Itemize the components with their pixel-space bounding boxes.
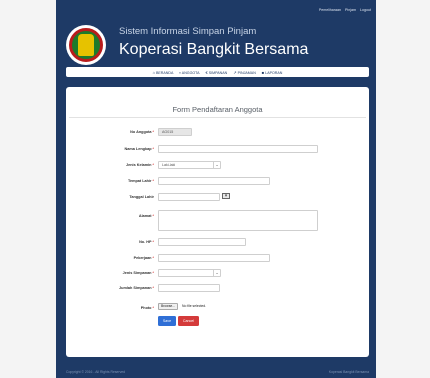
jenis-simpanan-select[interactable]: ⌄ bbox=[158, 269, 221, 277]
nav-item-anggota[interactable]: ▪ANGGOTA bbox=[179, 70, 199, 75]
tanggal-lahir-field[interactable] bbox=[158, 193, 220, 201]
label-tempat-lahir: Tempat Lahir* bbox=[127, 179, 154, 183]
pekerjaan-field[interactable] bbox=[158, 254, 270, 262]
alamat-textarea[interactable] bbox=[158, 210, 318, 231]
nama-lengkap-field[interactable] bbox=[158, 145, 318, 153]
cancel-button[interactable]: Cancel bbox=[178, 316, 199, 326]
home-icon: ⌂ bbox=[152, 69, 155, 75]
tempat-lahir-field[interactable] bbox=[158, 177, 270, 185]
jumlah-simpanan-field[interactable] bbox=[158, 284, 220, 292]
form-title: Form Pendaftaran Anggota bbox=[172, 105, 263, 114]
app-subtitle: Sistem Informasi Simpan Pinjam bbox=[119, 26, 257, 37]
browse-button[interactable]: Browse... bbox=[158, 303, 179, 310]
footer: Copyright © 2016 - All Rights Reserved K… bbox=[66, 370, 369, 374]
label-jenis-kelamin: Jenis Kelamin* bbox=[125, 163, 154, 167]
transfer-icon: ↗ bbox=[233, 69, 237, 75]
cooperative-logo bbox=[66, 25, 106, 65]
no-hp-field[interactable] bbox=[158, 238, 246, 246]
label-jumlah-simpanan: Jumlah Simpanan* bbox=[119, 286, 154, 290]
footer-copyright: Copyright © 2016 - All Rights Reserved bbox=[66, 370, 126, 374]
label-no-anggota: No Anggota* bbox=[130, 130, 154, 134]
file-status: No file selected. bbox=[182, 304, 207, 308]
label-alamat: Alamat* bbox=[138, 214, 154, 218]
chevron-down-icon: ⌄ bbox=[213, 270, 220, 276]
label-jenis-simpanan: Jenis Simpanan* bbox=[122, 271, 154, 275]
calendar-icon[interactable]: ▦ bbox=[222, 193, 230, 199]
top-link-pinjam[interactable]: Pinjam bbox=[345, 8, 356, 12]
app-title: Koperasi Bangkit Bersama bbox=[119, 41, 309, 58]
label-no-hp: No. HP* bbox=[139, 240, 154, 244]
page-background: Pemeliharaan Pinjam Logout Sistem Inform… bbox=[56, 0, 376, 378]
label-photo: Photo* bbox=[140, 306, 154, 310]
form-panel: Form Pendaftaran Anggota No Anggota* AG0… bbox=[66, 87, 369, 357]
nav-item-pinjaman[interactable]: ↗PINJAMAN bbox=[233, 70, 256, 75]
no-anggota-field: AG015 bbox=[158, 128, 192, 136]
jenis-kelamin-select[interactable]: Laki-laki ⌄ bbox=[158, 161, 221, 169]
label-nama-lengkap: Nama Lengkap* bbox=[124, 147, 155, 151]
label-tanggal-lahir: Tanggal Lahir bbox=[129, 195, 154, 199]
nav-item-beranda[interactable]: ⌂BERANDA bbox=[153, 70, 174, 75]
report-icon: ■ bbox=[261, 69, 265, 75]
main-navbar: ⌂BERANDA ▪ANGGOTA €SIMPANAN ↗PINJAMAN ■L… bbox=[66, 67, 369, 77]
euro-icon: € bbox=[205, 69, 208, 75]
divider bbox=[69, 117, 366, 118]
footer-brand: Koperasi Bangkit Bersama bbox=[328, 370, 369, 374]
nav-item-laporan[interactable]: ■LAPORAN bbox=[262, 70, 283, 75]
label-pekerjaan: Pekerjaan* bbox=[133, 256, 154, 260]
top-links: Pemeliharaan Pinjam Logout bbox=[316, 8, 371, 12]
chevron-down-icon: ⌄ bbox=[213, 162, 220, 168]
top-link-pemeliharaan[interactable]: Pemeliharaan bbox=[319, 8, 341, 12]
save-button[interactable]: Save bbox=[158, 316, 176, 326]
user-icon: ▪ bbox=[179, 69, 181, 75]
nav-item-simpanan[interactable]: €SIMPANAN bbox=[206, 70, 228, 75]
top-link-logout[interactable]: Logout bbox=[360, 8, 371, 12]
